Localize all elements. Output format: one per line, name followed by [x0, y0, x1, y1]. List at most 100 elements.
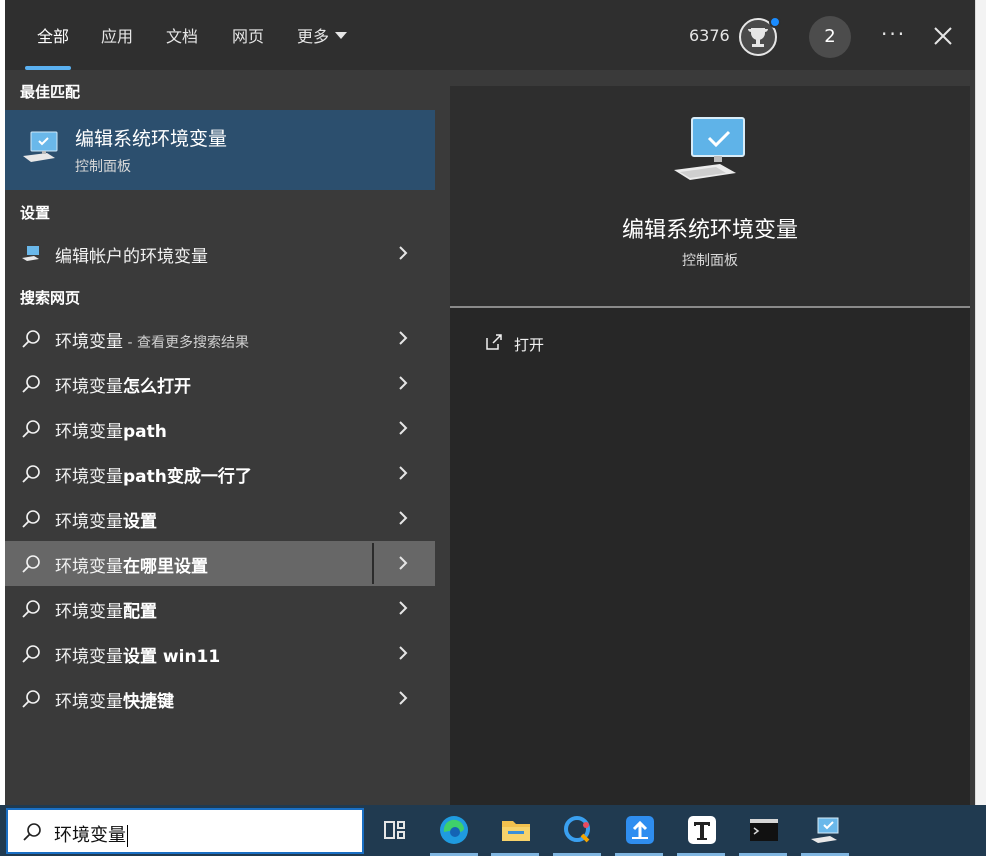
section-settings: 设置	[20, 204, 51, 222]
web-result-suffix: 设置 win11	[123, 647, 221, 667]
section-web: 搜索网页	[20, 289, 81, 307]
chevron-down-icon	[335, 32, 348, 39]
web-result-hint: - 查看更多搜索结果	[123, 335, 249, 351]
notification-dot	[769, 16, 781, 28]
search-icon	[22, 555, 40, 573]
web-result-prefix: 环境变量	[55, 557, 123, 577]
search-input[interactable]: 环境变量	[6, 808, 364, 854]
web-result-item[interactable]: 环境变量快捷键	[5, 676, 435, 721]
preview-pane: 编辑系统环境变量 控制面板 打开	[450, 86, 970, 805]
tab-apps[interactable]: 应用	[101, 26, 133, 48]
search-icon	[22, 330, 40, 348]
control-panel-icon	[23, 131, 58, 162]
web-result-label: 环境变量快捷键	[55, 687, 174, 712]
tab-all[interactable]: 全部	[37, 26, 69, 48]
web-result-suffix: 配置	[123, 602, 157, 622]
chevron-right-icon	[399, 601, 408, 615]
web-result-prefix: 环境变量	[55, 647, 123, 667]
web-result-prefix: 环境变量	[55, 377, 123, 397]
web-result-label: 环境变量path变成一行了	[55, 462, 252, 487]
web-result-item[interactable]: 环境变量配置	[5, 586, 435, 631]
preview-subtitle: 控制面板	[682, 253, 738, 269]
more-options-icon[interactable]: ···	[881, 22, 906, 46]
best-match-item[interactable]: 编辑系统环境变量 控制面板	[5, 110, 435, 190]
search-icon	[23, 823, 41, 841]
open-label: 打开	[514, 336, 545, 354]
chevron-right-icon	[399, 646, 408, 660]
web-result-label: 环境变量设置	[55, 507, 157, 532]
chevron-right-icon	[399, 466, 408, 480]
terminal-icon[interactable]	[746, 812, 782, 848]
web-result-item[interactable]: 环境变量怎么打开	[5, 361, 435, 406]
text-caret	[127, 825, 128, 847]
web-result-label: 环境变量怎么打开	[55, 372, 191, 397]
preview-title: 编辑系统环境变量	[621, 218, 798, 243]
web-result-item[interactable]: 环境变量设置 win11	[5, 631, 435, 676]
desktop-background	[975, 0, 986, 805]
search-icon	[22, 645, 40, 663]
web-result-suffix: 在哪里设置	[123, 557, 208, 577]
web-result-suffix: 怎么打开	[123, 377, 191, 397]
web-result-label: 环境变量在哪里设置	[55, 552, 208, 577]
search-input-value: 环境变量	[54, 821, 128, 847]
settings-item[interactable]: 编辑帐户的环境变量	[5, 231, 435, 276]
web-result-query: 环境变量	[55, 332, 123, 352]
search-icon	[22, 690, 40, 708]
chat-app-icon[interactable]	[560, 812, 596, 848]
web-result-prefix: 环境变量	[55, 467, 123, 487]
web-result-item[interactable]: 环境变量path	[5, 406, 435, 451]
settings-app-icon	[22, 246, 39, 261]
typora-icon[interactable]	[684, 812, 720, 848]
task-view-icon[interactable]	[376, 812, 412, 848]
web-result-suffix: path变成一行了	[123, 467, 252, 487]
tab-more[interactable]: 更多	[297, 26, 348, 48]
search-icon	[22, 510, 40, 528]
chevron-right-icon	[399, 511, 408, 525]
web-result-suffix: 快捷键	[123, 692, 174, 712]
best-match-subtitle: 控制面板	[75, 159, 131, 175]
chevron-right-icon	[399, 246, 408, 260]
search-icon	[22, 600, 40, 618]
file-explorer-icon[interactable]	[498, 812, 534, 848]
control-panel-icon	[674, 117, 745, 180]
chevron-right-icon	[399, 691, 408, 705]
avatar[interactable]: 2	[809, 16, 851, 58]
chevron-right-icon[interactable]	[397, 555, 409, 571]
control-panel-icon[interactable]	[808, 812, 844, 848]
web-result-label: 环境变量 - 查看更多搜索结果	[55, 327, 249, 352]
settings-item-label: 编辑帐户的环境变量	[55, 247, 208, 267]
open-external-icon	[486, 334, 502, 350]
web-result-item[interactable]: 环境变量设置	[5, 496, 435, 541]
best-match-title: 编辑系统环境变量	[75, 128, 228, 150]
web-result-label: 环境变量path	[55, 417, 167, 442]
preview-header: 编辑系统环境变量 控制面板	[450, 86, 970, 306]
results-list: 最佳匹配 编辑系统环境变量 控制面板 设置 编辑帐户的环境变量 搜索网页 环境变…	[5, 70, 435, 805]
taskbar: 环境变量	[0, 805, 986, 856]
chevron-right-icon	[399, 376, 408, 390]
search-panel: 全部 应用 文档 网页 更多 6376 2 ··· 最佳匹配 编辑系统环境变量 …	[5, 0, 975, 805]
chevron-right-icon	[399, 421, 408, 435]
section-best-match: 最佳匹配	[20, 83, 81, 101]
web-result-item[interactable]: 环境变量path变成一行了	[5, 451, 435, 496]
web-result-item[interactable]: 环境变量 - 查看更多搜索结果	[5, 316, 435, 361]
web-result-suffix: path	[123, 422, 167, 442]
web-result-prefix: 环境变量	[55, 422, 123, 442]
tab-documents[interactable]: 文档	[166, 26, 198, 48]
row-divider	[372, 543, 374, 584]
preview-divider	[450, 306, 970, 308]
web-result-prefix: 环境变量	[55, 512, 123, 532]
web-result-label: 环境变量设置 win11	[55, 642, 220, 667]
tab-more-label: 更多	[297, 27, 330, 46]
rewards-points: 6376	[689, 26, 730, 45]
edge-icon[interactable]	[436, 812, 472, 848]
search-icon	[22, 420, 40, 438]
search-icon	[22, 465, 40, 483]
web-result-item-hovered[interactable]: 环境变量在哪里设置	[5, 541, 435, 586]
upload-app-icon[interactable]	[622, 812, 658, 848]
search-icon	[22, 375, 40, 393]
web-result-prefix: 环境变量	[55, 692, 123, 712]
chevron-right-icon	[399, 331, 408, 345]
tab-web[interactable]: 网页	[232, 26, 264, 48]
close-icon[interactable]	[931, 24, 955, 48]
web-result-suffix: 设置	[123, 512, 157, 532]
